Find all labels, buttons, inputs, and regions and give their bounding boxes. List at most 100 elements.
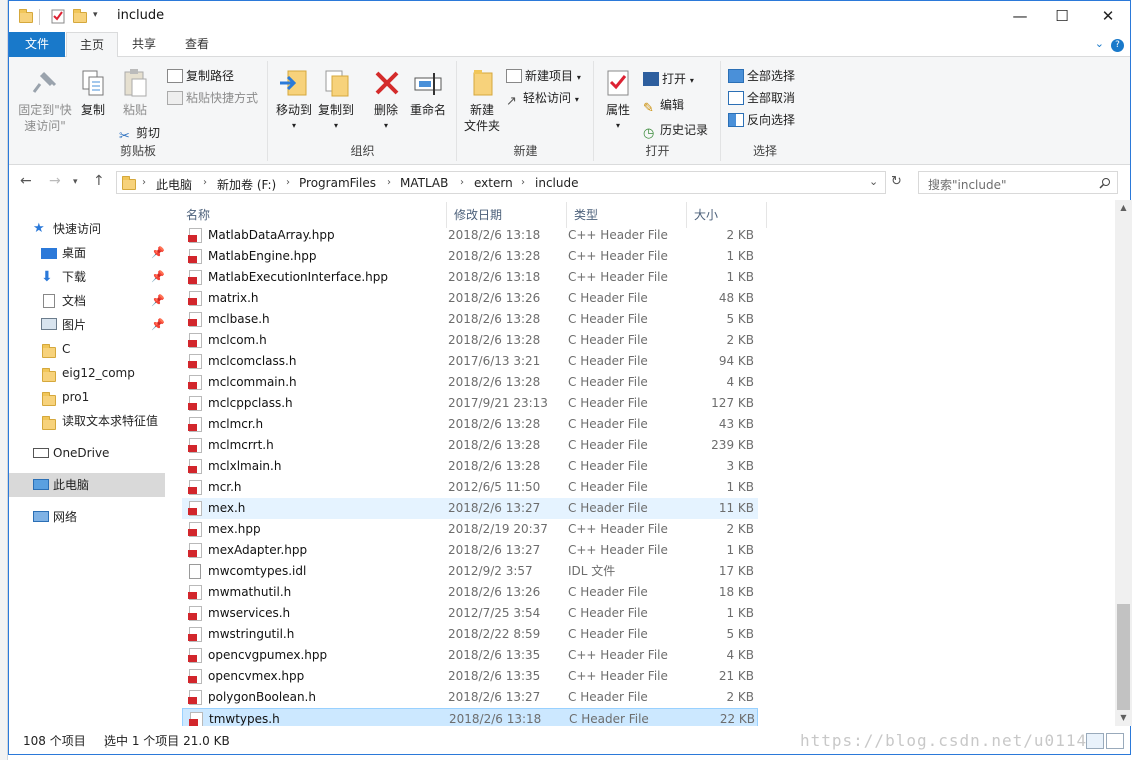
file-row[interactable]: mex.hpp 2018/2/19 20:37 C++ Header File 2 K… xyxy=(182,519,758,540)
file-row[interactable]: mex.h 2018/2/6 13:27 C Header File 11 KB xyxy=(182,498,758,519)
select-all-button[interactable]: 全部选择 xyxy=(728,65,795,87)
back-arrow-icon[interactable]: ← xyxy=(20,173,32,189)
pin-to-quick-access-button[interactable]: 固定到"快 速访问" xyxy=(13,67,77,134)
scroll-up-arrow-icon[interactable]: ▲ xyxy=(1115,200,1132,216)
maximize-button[interactable]: ☐ xyxy=(1039,1,1085,32)
nav-quick-access[interactable]: ★ 快速访问 xyxy=(9,217,165,241)
scrollbar-thumb[interactable] xyxy=(1117,604,1130,710)
recent-locations-icon[interactable]: ▾ xyxy=(73,177,78,187)
tab-view[interactable]: 查看 xyxy=(173,32,221,57)
file-row[interactable]: tmwtypes.h 2018/2/6 13:18 C Header File 22 … xyxy=(182,708,758,726)
address-dropdown-icon[interactable]: ⌄ xyxy=(869,175,878,188)
forward-arrow-icon[interactable]: → xyxy=(49,173,61,189)
rename-button[interactable]: 重命名 xyxy=(407,67,449,118)
nav-folder-c[interactable]: C xyxy=(9,337,165,361)
scroll-down-arrow-icon[interactable]: ▼ xyxy=(1115,710,1132,726)
file-row[interactable]: mclxlmain.h 2018/2/6 13:28 C Header File 3 … xyxy=(182,456,758,477)
invert-selection-button[interactable]: 反向选择 xyxy=(728,109,795,131)
file-row[interactable]: polygonBoolean.h 2018/2/6 13:27 C Header F… xyxy=(182,687,758,708)
nav-pictures[interactable]: 图片 📌 xyxy=(9,313,165,337)
details-view-icon[interactable] xyxy=(1086,733,1104,749)
breadcrumb-include[interactable]: include xyxy=(535,176,578,190)
collapse-ribbon-icon[interactable]: ⌄ ? xyxy=(1095,37,1124,52)
new-folder-button[interactable]: 新建 文件夹 xyxy=(462,67,502,134)
copy-button[interactable]: 复制 xyxy=(77,67,109,118)
file-row[interactable]: MatlabExecutionInterface.hpp 2018/2/6 13:… xyxy=(182,267,758,288)
address-bar[interactable]: › 此电脑 › 新加卷 (F:) › ProgramFiles › MATLAB… xyxy=(116,171,886,194)
move-to-button[interactable]: 移动到 ▾ xyxy=(275,67,313,134)
refresh-icon[interactable]: ↻ xyxy=(891,174,902,189)
tab-file[interactable]: 文件 xyxy=(9,32,65,57)
tab-share[interactable]: 共享 xyxy=(121,32,167,57)
file-row[interactable]: mclcomclass.h 2017/6/13 3:21 C Header File… xyxy=(182,351,758,372)
breadcrumb-drive-f[interactable]: 新加卷 (F:) xyxy=(217,176,276,193)
minimize-button[interactable]: — xyxy=(997,1,1043,32)
nav-folder-read-text[interactable]: 读取文本求特征值 xyxy=(9,409,165,433)
history-button[interactable]: ◷ 历史记录 xyxy=(643,119,708,141)
new-folder-quick-icon[interactable] xyxy=(73,8,87,26)
file-row[interactable]: opencvmex.hpp 2018/2/6 13:35 C++ Header Fi… xyxy=(182,666,758,687)
nav-documents[interactable]: 文档 📌 xyxy=(9,289,165,313)
file-row[interactable]: mclcom.h 2018/2/6 13:28 C Header File 2 KB xyxy=(182,330,758,351)
file-row[interactable]: mclcommain.h 2018/2/6 13:28 C Header File 4… xyxy=(182,372,758,393)
breadcrumb-separator-icon[interactable]: › xyxy=(387,177,391,188)
column-header-type[interactable]: 类型 xyxy=(574,204,598,226)
file-row[interactable]: opencvgpumex.hpp 2018/2/6 13:35 C++ Header… xyxy=(182,645,758,666)
easy-access-button[interactable]: ↗ 轻松访问 ▾ xyxy=(506,87,579,109)
nav-downloads[interactable]: ⬇ 下载 📌 xyxy=(9,265,165,289)
delete-button[interactable]: 删除 ▾ xyxy=(371,67,401,134)
copy-path-button[interactable]: 复制路径 xyxy=(167,65,234,87)
breadcrumb-separator-icon[interactable]: › xyxy=(521,177,525,188)
nav-desktop[interactable]: 桌面 📌 xyxy=(9,241,165,265)
paste-shortcut-button[interactable]: 粘贴快捷方式 xyxy=(167,87,258,109)
column-header-name[interactable]: 名称 xyxy=(186,204,210,226)
select-none-button[interactable]: 全部取消 xyxy=(728,87,795,109)
column-header-size[interactable]: 大小 xyxy=(694,204,718,226)
breadcrumb-matlab[interactable]: MATLAB xyxy=(400,176,448,190)
cut-button[interactable]: ✂ 剪切 xyxy=(119,122,160,144)
file-row[interactable]: MatlabEngine.hpp 2018/2/6 13:28 C++ Header… xyxy=(182,246,758,267)
column-divider[interactable] xyxy=(766,202,767,228)
search-icon[interactable] xyxy=(1099,177,1111,189)
nav-this-pc[interactable]: 此电脑 xyxy=(9,473,165,497)
tab-home[interactable]: 主页 xyxy=(66,32,118,58)
file-row[interactable]: mclmcr.h 2018/2/6 13:28 C Header File 43 KB xyxy=(182,414,758,435)
new-item-button[interactable]: 新建项目 ▾ xyxy=(506,65,581,87)
breadcrumb-programfiles[interactable]: ProgramFiles xyxy=(299,176,376,190)
edit-button[interactable]: ✎ 编辑 xyxy=(643,94,684,116)
open-button[interactable]: 打开 ▾ xyxy=(643,68,694,90)
file-row[interactable]: matrix.h 2018/2/6 13:26 C Header File 48 KB xyxy=(182,288,758,309)
nav-folder-pro1[interactable]: pro1 xyxy=(9,385,165,409)
breadcrumb-separator-icon[interactable]: › xyxy=(286,177,290,188)
file-row[interactable]: mclbase.h 2018/2/6 13:28 C Header File 5 KB xyxy=(182,309,758,330)
help-icon[interactable]: ? xyxy=(1111,39,1124,52)
column-header-date[interactable]: 修改日期 xyxy=(454,204,502,226)
file-row[interactable]: mwservices.h 2012/7/25 3:54 C Header File 1… xyxy=(182,603,758,624)
up-arrow-icon[interactable]: ↑ xyxy=(93,173,105,189)
vertical-scrollbar[interactable]: ▲ ▼ xyxy=(1115,200,1132,726)
properties-button[interactable]: 属性 ▾ xyxy=(601,67,635,134)
file-row[interactable]: mwmathutil.h 2018/2/6 13:26 C Header File 1… xyxy=(182,582,758,603)
file-row[interactable]: mexAdapter.hpp 2018/2/6 13:27 C++ Header F… xyxy=(182,540,758,561)
file-row[interactable]: mclcppclass.h 2017/9/21 23:13 C Header Fil… xyxy=(182,393,758,414)
properties-quick-icon[interactable] xyxy=(50,8,66,26)
search-input[interactable]: 搜索"include" xyxy=(918,171,1118,194)
breadcrumb-separator-icon[interactable]: › xyxy=(460,177,464,188)
nav-onedrive[interactable]: OneDrive xyxy=(9,441,165,465)
nav-network[interactable]: 网络 xyxy=(9,505,165,529)
file-row[interactable]: mclmcrrt.h 2018/2/6 13:28 C Header File 239… xyxy=(182,435,758,456)
close-button[interactable]: ✕ xyxy=(1085,1,1131,32)
paste-button[interactable]: 粘贴 xyxy=(115,67,155,118)
nav-folder-eig12-comp[interactable]: eig12_comp xyxy=(9,361,165,385)
large-icons-view-icon[interactable] xyxy=(1106,733,1124,749)
file-row[interactable]: mwcomtypes.idl 2012/9/2 3:57 IDL 文件 17 KB xyxy=(182,561,758,582)
file-row[interactable]: mwstringutil.h 2018/2/22 8:59 C Header Fil… xyxy=(182,624,758,645)
breadcrumb-this-pc[interactable]: 此电脑 xyxy=(156,176,192,193)
copy-to-button[interactable]: 复制到 ▾ xyxy=(317,67,355,134)
breadcrumb-separator-icon[interactable]: › xyxy=(203,177,207,188)
breadcrumb-separator-icon[interactable]: › xyxy=(142,177,146,188)
file-row[interactable]: mcr.h 2012/6/5 11:50 C Header File 1 KB xyxy=(182,477,758,498)
customize-quick-access-icon[interactable]: ▾ xyxy=(93,10,98,28)
file-row[interactable]: MatlabDataArray.hpp 2018/2/6 13:18 C++ Hea… xyxy=(182,225,758,246)
breadcrumb-extern[interactable]: extern xyxy=(474,176,513,190)
